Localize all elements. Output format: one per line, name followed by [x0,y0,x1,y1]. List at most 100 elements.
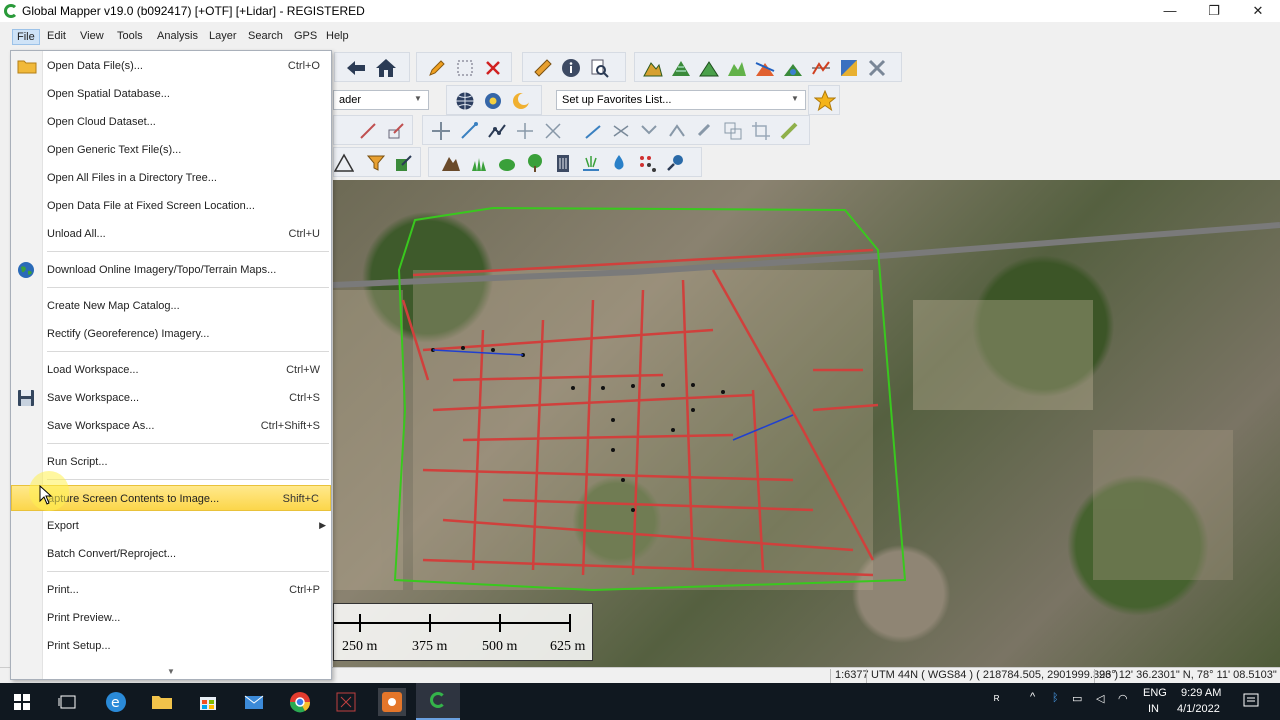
volume-icon[interactable]: ◁ [1096,692,1112,708]
menu-export[interactable]: Export ▶ [11,513,331,539]
find-document-icon[interactable] [589,58,609,78]
scroll-down-icon[interactable]: ▼ [161,667,181,677]
pencil-icon[interactable] [427,58,447,78]
menu-open-directory-tree[interactable]: Open All Files in a Directory Tree... [11,165,331,191]
battery-icon[interactable]: ▭ [1072,692,1088,708]
tree-icon[interactable] [525,153,545,173]
shrub-icon[interactable] [497,153,517,173]
edit-feature-icon[interactable] [386,121,406,141]
favorites-select[interactable]: Set up Favorites List... ▼ [556,90,806,110]
tools-cross-icon[interactable] [867,58,887,78]
minimize-button[interactable]: — [1148,0,1192,22]
globe-icon[interactable] [455,91,475,111]
raster-calculator-icon[interactable] [839,58,859,78]
windows-start-icon[interactable] [8,688,36,716]
terrain-watershed-icon[interactable] [783,58,803,78]
clock-date[interactable]: 4/1/2022 [1177,703,1220,715]
join-icon[interactable] [639,121,659,141]
language-top[interactable]: ENG [1143,687,1167,699]
menu-tools[interactable]: Tools [113,29,147,45]
close-button[interactable]: ✕ [1236,0,1280,22]
mail-icon[interactable] [240,688,268,716]
reshape-icon[interactable] [667,121,687,141]
menu-print[interactable]: Print... Ctrl+P [11,577,331,603]
vertex-path-icon[interactable] [487,121,507,141]
clock-time[interactable]: 9:29 AM [1181,687,1221,699]
draw-line-icon[interactable] [358,121,378,141]
menu-edit[interactable]: Edit [43,29,70,45]
water-drop-icon[interactable] [609,153,629,173]
day-night-icon[interactable] [511,91,531,111]
task-view-icon[interactable] [54,688,82,716]
file-explorer-icon[interactable] [148,688,176,716]
split-icon[interactable] [543,121,563,141]
app-grid-icon[interactable] [332,688,360,716]
pin-tool-icon[interactable] [665,153,685,173]
back-arrow-icon[interactable] [345,59,367,77]
star-icon[interactable] [813,89,837,112]
store-icon[interactable] [194,688,222,716]
terrain-contour-icon[interactable] [671,58,691,78]
move-vertex-icon[interactable] [459,121,479,141]
cut-line-icon[interactable] [611,121,631,141]
menu-open-generic-text[interactable]: Open Generic Text File(s)... [11,137,331,163]
measure-tool-icon[interactable] [779,121,799,141]
notifications-icon[interactable] [1242,692,1260,710]
mountain-icon[interactable] [441,153,461,173]
menu-run-script[interactable]: Run Script... [11,449,331,475]
presentation-app-icon[interactable] [378,688,406,716]
taskbar-global-mapper[interactable] [416,683,460,720]
terrain-shaded-icon[interactable] [643,58,663,78]
terrain-profile-icon[interactable] [811,58,831,78]
filter-funnel-icon[interactable] [366,153,386,173]
menu-help[interactable]: Help [322,29,353,45]
points-grid-icon[interactable] [637,153,657,173]
menu-print-setup[interactable]: Print Setup... [11,633,331,659]
building-icon[interactable] [553,153,573,173]
menu-rectify-imagery[interactable]: Rectify (Georeference) Imagery... [11,321,331,347]
chevron-up-icon[interactable]: ^ [1030,691,1044,707]
menu-gps[interactable]: GPS [290,29,321,45]
menu-open-cloud-dataset[interactable]: Open Cloud Dataset... [11,109,331,135]
warning-triangle-icon[interactable] [333,153,355,173]
edge-browser-icon[interactable]: e [102,688,130,716]
edit-style-icon[interactable] [394,153,414,173]
pan-cross-icon[interactable] [515,121,535,141]
copy-feature-icon[interactable] [723,121,743,141]
terrain-view-icon[interactable] [699,58,719,78]
menu-open-data-files[interactable]: Open Data File(s)... Ctrl+O [11,53,331,79]
info-icon[interactable] [561,58,581,78]
menu-print-preview[interactable]: Print Preview... [11,605,331,631]
terrain-3d-icon[interactable] [727,58,747,78]
menu-layer[interactable]: Layer [205,29,241,45]
menu-search[interactable]: Search [244,29,287,45]
ruler-icon[interactable] [533,58,553,78]
map-view[interactable]: 250 m 375 m 500 m 625 m [333,180,1280,667]
menu-save-workspace[interactable]: Save Workspace... Ctrl+S [11,385,331,411]
wifi-icon[interactable]: ◠ [1118,692,1134,708]
marsh-icon[interactable] [581,153,601,173]
menu-load-workspace[interactable]: Load Workspace... Ctrl+W [11,357,331,383]
shader-select[interactable]: ader ▼ [333,90,429,110]
menu-view[interactable]: View [76,29,108,45]
select-rectangle-icon[interactable] [455,58,475,78]
home-icon[interactable] [375,58,397,78]
menu-download-online-imagery[interactable]: Download Online Imagery/Topo/Terrain Map… [11,257,331,283]
people-icon[interactable]: ᴿ [994,693,1010,709]
crop-icon[interactable] [751,121,771,141]
menu-save-workspace-as[interactable]: Save Workspace As... Ctrl+Shift+S [11,413,331,439]
move-icon[interactable] [431,121,451,141]
settings-gear-icon[interactable] [483,91,503,111]
line-tool-icon[interactable] [583,121,603,141]
rotate-icon[interactable] [695,121,715,141]
delete-x-icon[interactable] [483,58,503,78]
menu-unload-all[interactable]: Unload All... Ctrl+U [11,221,331,247]
language-bottom[interactable]: IN [1148,703,1159,715]
menu-open-spatial-database[interactable]: Open Spatial Database... [11,81,331,107]
chrome-icon[interactable] [286,688,314,716]
maximize-button[interactable]: ❐ [1192,0,1236,22]
menu-file[interactable]: File [12,29,40,45]
menu-open-fixed-location[interactable]: Open Data File at Fixed Screen Location.… [11,193,331,219]
terrain-slope-icon[interactable] [755,58,775,78]
menu-create-map-catalog[interactable]: Create New Map Catalog... [11,293,331,319]
